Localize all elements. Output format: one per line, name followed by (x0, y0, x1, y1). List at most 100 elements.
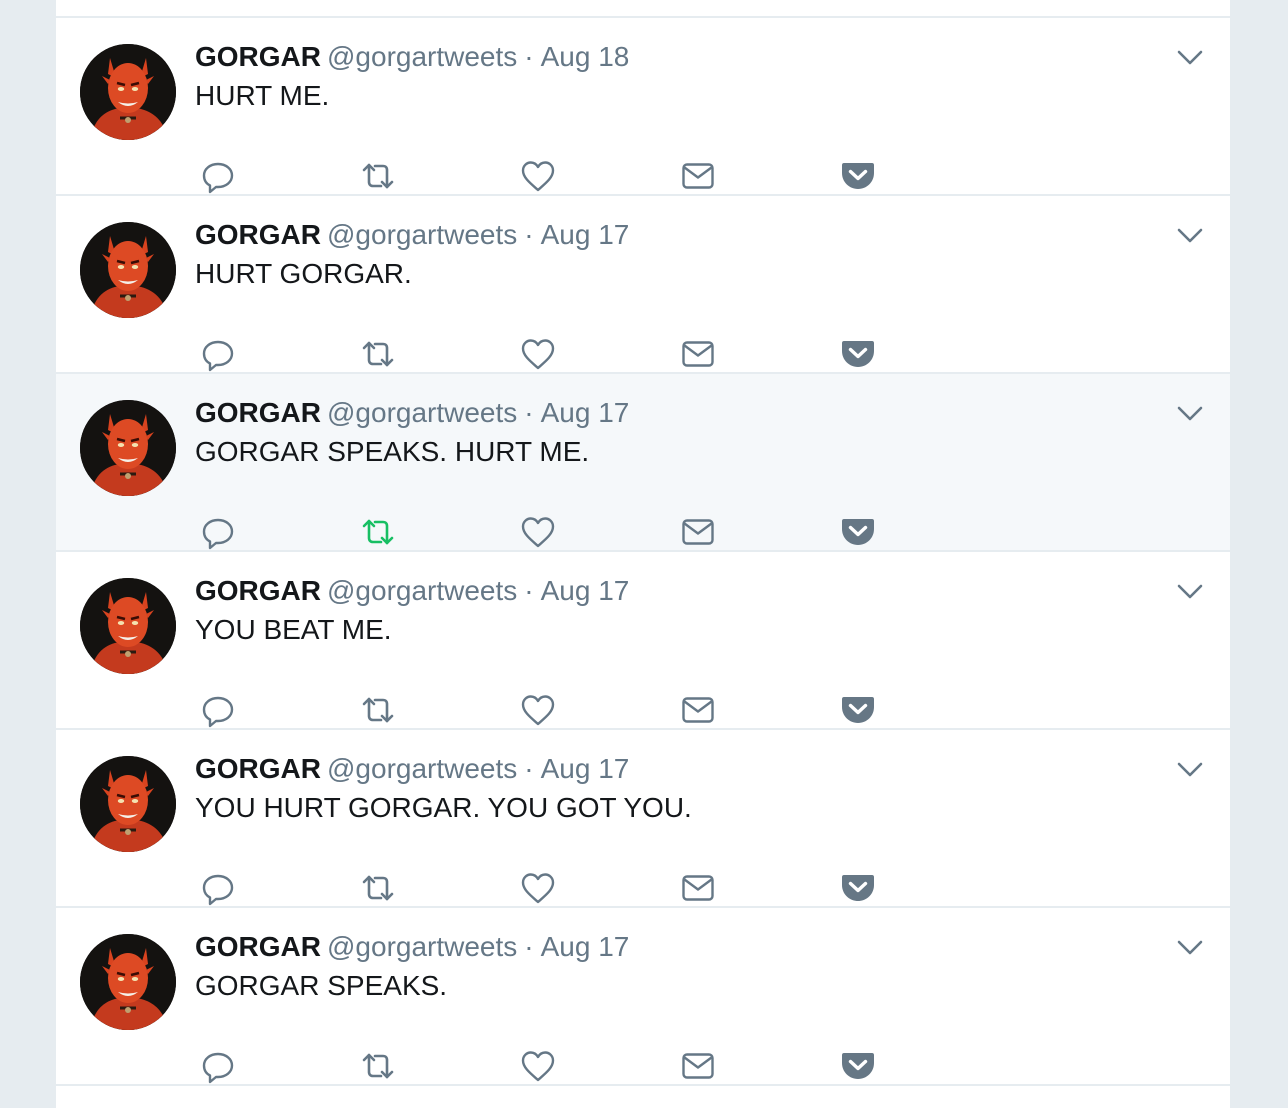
heart-icon (521, 339, 555, 370)
reply-button[interactable] (200, 692, 236, 728)
avatar[interactable] (80, 756, 176, 852)
retweet-button[interactable] (360, 1048, 396, 1084)
direct-message-button[interactable] (680, 692, 716, 728)
reply-icon (202, 1052, 234, 1084)
chevron-down-icon[interactable] (1174, 758, 1206, 782)
like-button[interactable] (520, 514, 556, 550)
reply-button[interactable] (200, 870, 236, 906)
tweet-date[interactable]: Aug 17 (541, 397, 630, 428)
tweet-list: GORGAR @gorgartweets · Aug 18 HURT ME. G… (56, 18, 1230, 1086)
envelope-icon (682, 341, 714, 367)
tweet-header: GORGAR @gorgartweets · Aug 17 (195, 752, 629, 786)
tweet[interactable]: GORGAR @gorgartweets · Aug 18 HURT ME. (56, 18, 1230, 196)
tweet-date[interactable]: Aug 17 (541, 753, 630, 784)
pocket-icon (842, 163, 874, 189)
tweet-text: HURT ME. (195, 80, 330, 111)
author-name[interactable]: GORGAR (195, 753, 321, 784)
like-button[interactable] (520, 1048, 556, 1084)
reply-button[interactable] (200, 336, 236, 372)
chevron-down-icon[interactable] (1174, 402, 1206, 426)
demon-avatar-image (80, 400, 176, 496)
header-separator: · (524, 575, 534, 606)
author-name[interactable]: GORGAR (195, 931, 321, 962)
tweet-text: YOU BEAT ME. (195, 614, 392, 645)
pocket-icon (842, 697, 874, 723)
avatar[interactable] (80, 578, 176, 674)
heart-icon (521, 517, 555, 548)
tweet[interactable]: GORGAR @gorgartweets · Aug 17 HURT GORGAR. (56, 196, 1230, 374)
retweet-icon (362, 875, 394, 901)
demon-avatar-image (80, 222, 176, 318)
author-handle[interactable]: @gorgartweets (327, 753, 517, 784)
author-handle[interactable]: @gorgartweets (327, 575, 517, 606)
like-button[interactable] (520, 336, 556, 372)
tweet-header: GORGAR @gorgartweets · Aug 18 (195, 40, 629, 74)
chevron-down-icon[interactable] (1174, 936, 1206, 960)
retweet-button[interactable] (360, 514, 396, 550)
pocket-button[interactable] (840, 514, 876, 550)
like-button[interactable] (520, 870, 556, 906)
header-separator: · (524, 931, 534, 962)
direct-message-button[interactable] (680, 514, 716, 550)
heart-icon (521, 873, 555, 904)
heart-icon (521, 695, 555, 726)
pocket-icon (842, 1053, 874, 1079)
retweet-icon (362, 519, 394, 545)
reply-button[interactable] (200, 1048, 236, 1084)
avatar[interactable] (80, 400, 176, 496)
chevron-down-icon[interactable] (1174, 580, 1206, 604)
author-handle[interactable]: @gorgartweets (327, 219, 517, 250)
author-name[interactable]: GORGAR (195, 397, 321, 428)
next-tweet-edge (56, 1086, 1230, 1106)
reply-icon (202, 874, 234, 906)
retweet-button[interactable] (360, 336, 396, 372)
author-handle[interactable]: @gorgartweets (327, 41, 517, 72)
direct-message-button[interactable] (680, 870, 716, 906)
tweet-header: GORGAR @gorgartweets · Aug 17 (195, 218, 629, 252)
retweet-icon (362, 697, 394, 723)
pocket-button[interactable] (840, 336, 876, 372)
like-button[interactable] (520, 692, 556, 728)
tweet[interactable]: GORGAR @gorgartweets · Aug 17 YOU BEAT ME. (56, 552, 1230, 730)
tweet-header: GORGAR @gorgartweets · Aug 17 (195, 930, 629, 964)
author-name[interactable]: GORGAR (195, 219, 321, 250)
direct-message-button[interactable] (680, 336, 716, 372)
tweet-date[interactable]: Aug 17 (541, 931, 630, 962)
reply-button[interactable] (200, 158, 236, 194)
pocket-icon (842, 875, 874, 901)
author-handle[interactable]: @gorgartweets (327, 931, 517, 962)
pocket-icon (842, 341, 874, 367)
avatar[interactable] (80, 222, 176, 318)
reply-button[interactable] (200, 514, 236, 550)
author-handle[interactable]: @gorgartweets (327, 397, 517, 428)
avatar[interactable] (80, 934, 176, 1030)
tweet-date[interactable]: Aug 17 (541, 219, 630, 250)
pocket-button[interactable] (840, 692, 876, 728)
pocket-button[interactable] (840, 158, 876, 194)
pocket-button[interactable] (840, 1048, 876, 1084)
author-name[interactable]: GORGAR (195, 41, 321, 72)
tweet-date[interactable]: Aug 17 (541, 575, 630, 606)
retweet-button[interactable] (360, 158, 396, 194)
header-separator: · (524, 41, 534, 72)
tweet[interactable]: GORGAR @gorgartweets · Aug 17 GORGAR SPEAKS… (56, 908, 1230, 1086)
tweet-date[interactable]: Aug 18 (541, 41, 630, 72)
tweet[interactable]: GORGAR @gorgartweets · Aug 17 YOU HURT GORG… (56, 730, 1230, 908)
previous-tweet-edge (56, 0, 1230, 18)
retweet-button[interactable] (360, 870, 396, 906)
tweet[interactable]: GORGAR @gorgartweets · Aug 17 GORGAR SPEAKS… (56, 374, 1230, 552)
direct-message-button[interactable] (680, 1048, 716, 1084)
direct-message-button[interactable] (680, 158, 716, 194)
chevron-down-icon[interactable] (1174, 224, 1206, 248)
chevron-down-icon[interactable] (1174, 46, 1206, 70)
retweet-button[interactable] (360, 692, 396, 728)
author-name[interactable]: GORGAR (195, 575, 321, 606)
envelope-icon (682, 163, 714, 189)
tweet-header: GORGAR @gorgartweets · Aug 17 (195, 574, 629, 608)
envelope-icon (682, 519, 714, 545)
avatar[interactable] (80, 44, 176, 140)
demon-avatar-image (80, 756, 176, 852)
pocket-button[interactable] (840, 870, 876, 906)
tweet-text: GORGAR SPEAKS. (195, 970, 448, 1001)
like-button[interactable] (520, 158, 556, 194)
